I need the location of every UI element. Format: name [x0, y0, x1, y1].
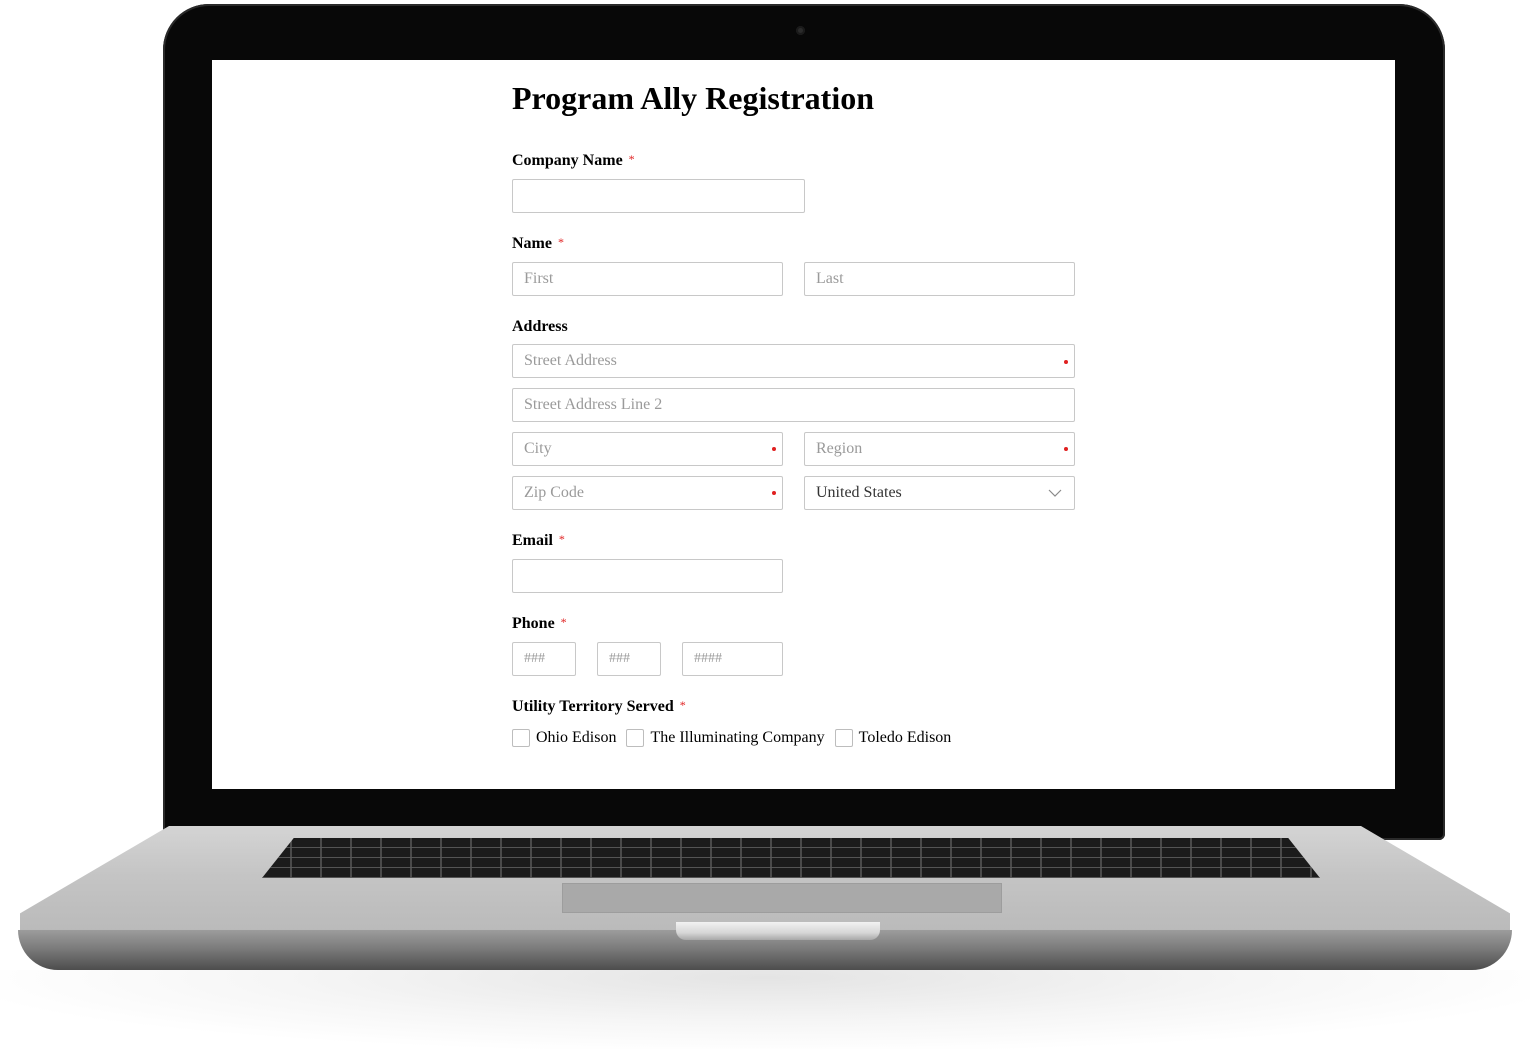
- phone-area-code-input[interactable]: [512, 642, 576, 676]
- country-select-value: United States: [816, 484, 902, 501]
- chevron-down-icon: [1048, 489, 1062, 497]
- option-illuminating-company[interactable]: The Illuminating Company: [626, 729, 825, 747]
- required-dot: [772, 447, 776, 451]
- toledo-edison-checkbox[interactable]: [834, 729, 853, 747]
- illuminating-company-checkbox[interactable]: [626, 729, 645, 747]
- laptop-notch: [676, 922, 880, 940]
- company-name-label: Company Name *: [512, 152, 635, 170]
- address-label: Address: [512, 318, 568, 336]
- required-asterisk: *: [558, 532, 565, 546]
- required-dot: [1064, 447, 1068, 451]
- street-address-line2-input[interactable]: [512, 388, 1075, 422]
- email-label-text: Email: [512, 532, 553, 549]
- address-label-text: Address: [512, 318, 568, 335]
- last-name-input[interactable]: [804, 262, 1075, 296]
- zip-code-input[interactable]: [512, 476, 783, 510]
- ohio-edison-checkbox[interactable]: [512, 729, 530, 747]
- utility-territory-options: Ohio Edison The Illuminating Company Tol…: [512, 729, 961, 747]
- country-select[interactable]: United States: [804, 476, 1075, 510]
- phone-line-number-input[interactable]: [682, 642, 783, 676]
- option-label: The Illuminating Company: [650, 729, 825, 746]
- street-address-input[interactable]: [512, 344, 1075, 378]
- phone-prefix-input[interactable]: [597, 642, 661, 676]
- option-label: Toledo Edison: [858, 729, 952, 746]
- product-mockup-image: Program Ally Registration Company Name * …: [0, 0, 1530, 1049]
- required-asterisk: *: [679, 698, 686, 712]
- phone-label-text: Phone: [512, 615, 555, 632]
- required-dot: [1064, 360, 1068, 364]
- option-toledo-edison[interactable]: Toledo Edison: [834, 729, 952, 747]
- laptop-screen: Program Ally Registration Company Name * …: [212, 60, 1395, 789]
- required-asterisk: *: [628, 152, 635, 166]
- city-input[interactable]: [512, 432, 783, 466]
- option-label: Ohio Edison: [536, 729, 617, 746]
- email-label: Email *: [512, 532, 565, 550]
- camera-icon: [796, 26, 805, 35]
- required-asterisk: *: [560, 615, 567, 629]
- required-dot: [772, 491, 776, 495]
- name-label: Name *: [512, 235, 564, 253]
- utility-territory-label-text: Utility Territory Served: [512, 698, 674, 715]
- name-label-text: Name: [512, 235, 552, 252]
- phone-label: Phone *: [512, 615, 567, 633]
- page-title: Program Ally Registration: [512, 80, 875, 116]
- laptop-trackpad: [562, 883, 1002, 913]
- utility-territory-label: Utility Territory Served *: [512, 698, 686, 716]
- first-name-input[interactable]: [512, 262, 783, 296]
- laptop-shadow: [0, 970, 1530, 1049]
- email-input[interactable]: [512, 559, 783, 593]
- company-name-input[interactable]: [512, 179, 805, 213]
- required-asterisk: *: [557, 235, 564, 249]
- laptop-keyboard: [262, 838, 1320, 878]
- option-ohio-edison[interactable]: Ohio Edison: [512, 729, 616, 747]
- region-input[interactable]: [804, 432, 1075, 466]
- company-name-label-text: Company Name: [512, 152, 623, 169]
